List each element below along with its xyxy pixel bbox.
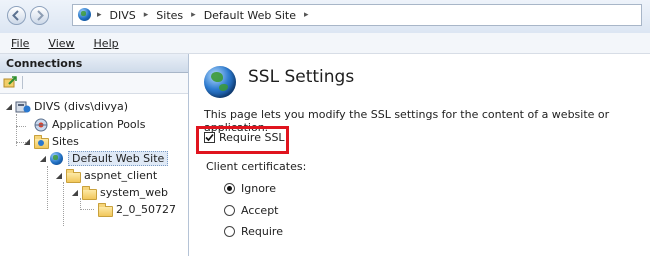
chevron-right-icon: ▸ bbox=[191, 10, 196, 20]
radio-require-label: Require bbox=[241, 225, 283, 238]
back-button[interactable] bbox=[7, 6, 26, 25]
tree-node-aspnet-client[interactable]: ◢ aspnet_client bbox=[54, 167, 157, 184]
connect-icon[interactable] bbox=[3, 75, 18, 90]
radio-accept-label: Accept bbox=[241, 204, 279, 217]
chevron-right-icon: ▸ bbox=[143, 10, 149, 20]
tree-node-system-web[interactable]: ◢ system_web bbox=[70, 184, 168, 201]
expanded-arrow-icon: ◢ bbox=[55, 171, 63, 180]
tree-label-aspnet-client: aspnet_client bbox=[84, 169, 158, 182]
radio-selected-icon[interactable] bbox=[224, 183, 235, 194]
forward-button[interactable] bbox=[30, 6, 49, 25]
tree-label-default-web-site: Default Web Site bbox=[68, 151, 169, 166]
radio-ignore-label: Ignore bbox=[241, 182, 276, 195]
app-pools-icon bbox=[33, 118, 49, 132]
radio-require[interactable]: Require bbox=[224, 225, 283, 238]
toolbar-divider bbox=[22, 76, 23, 89]
require-ssl-checkbox[interactable]: Require SSL bbox=[204, 131, 285, 144]
forward-arrow-icon bbox=[37, 10, 44, 21]
website-globe-icon bbox=[49, 151, 65, 166]
breadcrumb-divs[interactable]: DIVS bbox=[104, 9, 142, 22]
tree-label-sites: Sites bbox=[52, 135, 79, 148]
client-certificates-label: Client certificates: bbox=[206, 160, 307, 173]
tree-node-default-web-site[interactable]: ◢ Default Web Site bbox=[38, 150, 169, 167]
tree-node-server[interactable]: ◢ DIVS (divs\divya) bbox=[4, 98, 128, 115]
menu-help[interactable]: Help bbox=[83, 37, 127, 50]
expanded-arrow-icon: ◢ bbox=[23, 137, 31, 146]
tree-label-app-pools: Application Pools bbox=[52, 118, 146, 131]
tree-line bbox=[80, 209, 94, 210]
chevron-right-icon: ▸ bbox=[303, 10, 309, 20]
sites-folder-icon bbox=[33, 134, 49, 149]
menu-file[interactable]: File bbox=[0, 37, 37, 50]
tree-line bbox=[63, 182, 64, 226]
folder-icon bbox=[65, 168, 81, 183]
tree-node-sites[interactable]: ◢ Sites bbox=[22, 133, 79, 150]
connections-header: Connections bbox=[0, 54, 188, 73]
breadcrumb-sites[interactable]: Sites bbox=[150, 9, 189, 22]
radio-unselected-icon[interactable] bbox=[224, 226, 235, 237]
checkbox-checked-icon[interactable] bbox=[204, 132, 215, 143]
tree-line bbox=[47, 166, 48, 210]
breadcrumb-default-web-site[interactable]: Default Web Site bbox=[198, 9, 302, 22]
menu-view[interactable]: View bbox=[37, 37, 82, 50]
folder-icon bbox=[81, 185, 97, 200]
chevron-right-icon: ▸ bbox=[97, 10, 102, 20]
tree-node-app-pools[interactable]: Application Pools bbox=[22, 116, 145, 133]
expanded-arrow-icon: ◢ bbox=[5, 102, 13, 111]
require-ssl-label: Require SSL bbox=[219, 131, 285, 144]
tree-node-version-folder[interactable]: 2_0_50727 bbox=[96, 201, 176, 218]
folder-icon bbox=[97, 202, 113, 217]
expanded-arrow-icon: ◢ bbox=[39, 154, 47, 163]
back-arrow-icon bbox=[12, 10, 19, 21]
server-icon bbox=[15, 100, 31, 114]
menu-bar: File View Help bbox=[0, 33, 650, 54]
address-bar: ▸ DIVS ▸ Sites ▸ Default Web Site ▸ bbox=[0, 0, 650, 34]
page-title: SSL Settings bbox=[248, 67, 355, 87]
server-globe-icon bbox=[77, 8, 93, 22]
radio-ignore[interactable]: Ignore bbox=[224, 182, 276, 195]
tree-label-system-web: system_web bbox=[100, 186, 169, 199]
connections-pane: Connections ◢ DIVS (divs\divya) Applicat… bbox=[0, 54, 189, 256]
connections-toolbar bbox=[0, 73, 188, 94]
radio-unselected-icon[interactable] bbox=[224, 205, 235, 216]
expanded-arrow-icon: ◢ bbox=[71, 188, 79, 197]
tree-label-server: DIVS (divs\divya) bbox=[34, 100, 129, 113]
radio-accept[interactable]: Accept bbox=[224, 204, 279, 217]
address-field[interactable]: ▸ DIVS ▸ Sites ▸ Default Web Site ▸ bbox=[72, 4, 642, 26]
ssl-globe-icon bbox=[204, 66, 236, 98]
tree-label-version-folder: 2_0_50727 bbox=[116, 203, 176, 216]
content-pane: SSL Settings This page lets you modify t… bbox=[190, 54, 650, 256]
